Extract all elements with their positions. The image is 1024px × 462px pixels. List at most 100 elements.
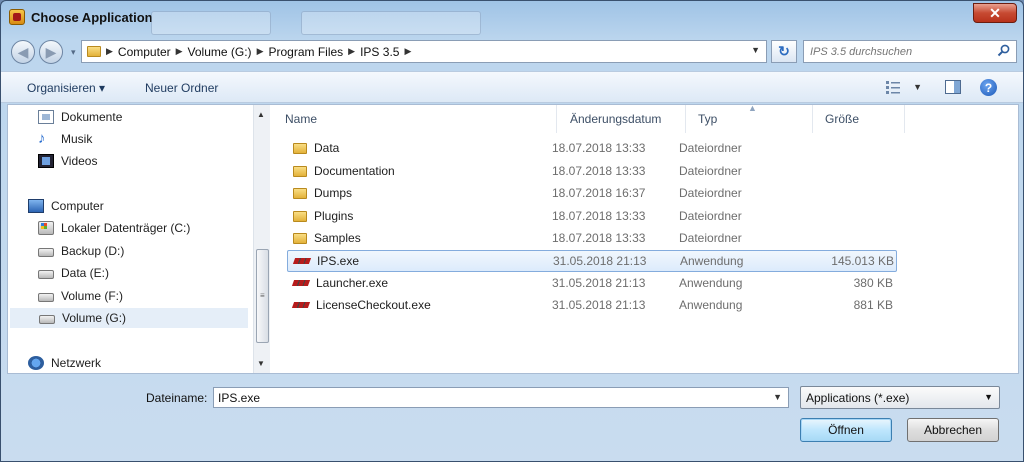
scroll-down-icon[interactable]: ▼ [257,359,265,368]
column-header-name[interactable]: Name [273,105,557,133]
nav-item-drive-c[interactable]: Lokaler Datenträger (C:) [38,218,190,238]
breadcrumb-ips[interactable]: IPS 3.5 [360,45,399,59]
file-date: 31.05.2018 21:13 [552,276,646,290]
organize-menu[interactable]: Organisieren ▾ [27,81,105,95]
close-button[interactable]: ✕ [973,3,1017,23]
file-name-cell: IPS.exe [294,251,359,271]
background-window-ghost [301,11,481,35]
music-icon: ♪ [38,130,46,147]
search-icon[interactable] [997,44,1010,57]
scroll-up-icon[interactable]: ▲ [257,110,265,119]
cancel-button[interactable]: Abbrechen [907,418,999,442]
chevron-right-icon[interactable]: ▶ [348,46,355,57]
back-arrow-icon: ◀ [17,43,29,60]
list-item[interactable]: Data 18.07.2018 13:33 Dateiordner [287,138,897,160]
list-item[interactable]: Documentation 18.07.2018 13:33 Dateiordn… [287,161,897,183]
file-type: Dateiordner [679,231,742,245]
list-item[interactable]: Launcher.exe 31.05.2018 21:13 Anwendung … [287,273,897,295]
nav-item-drive-d[interactable]: Backup (D:) [38,241,124,261]
search-box[interactable] [803,40,1017,63]
background-window-ghost [151,11,271,35]
nav-item-drive-f[interactable]: Volume (F:) [38,286,123,306]
folder-icon [293,165,307,177]
list-item[interactable]: Samples 18.07.2018 13:33 Dateiordner [287,228,897,250]
file-date: 18.07.2018 13:33 [552,209,646,223]
file-name: Documentation [314,164,395,178]
filename-combobox[interactable]: ▼ [213,387,789,408]
nav-item-videos[interactable]: Videos [38,151,97,171]
chevron-right-icon[interactable]: ▶ [176,46,183,57]
computer-icon [28,199,44,213]
back-button[interactable]: ◀ [11,40,35,64]
ips-exe-icon [293,300,309,310]
address-bar[interactable]: ▶ Computer ▶ Volume (G:) ▶ Program Files… [81,40,767,63]
navigation-scrollbar[interactable]: ▲ ≡ ▼ [253,105,270,373]
view-options-icon[interactable] [885,80,901,94]
list-item[interactable]: Plugins 18.07.2018 13:33 Dateiordner [287,206,897,228]
recent-pages-dropdown[interactable]: ▾ [71,47,76,58]
file-name-cell: Plugins [293,206,353,226]
scroll-thumb[interactable]: ≡ [256,249,269,343]
filter-value: Applications (*.exe) [806,390,910,405]
folder-icon [293,142,307,154]
breadcrumb-computer[interactable]: Computer [118,45,171,59]
chevron-right-icon[interactable]: ▶ [106,46,113,57]
file-date: 31.05.2018 21:13 [553,254,647,268]
documents-icon [38,110,54,124]
folder-icon [293,210,307,222]
breadcrumb-volume-g[interactable]: Volume (G:) [188,45,252,59]
file-size: 145.013 KB [831,254,894,268]
chevron-right-icon[interactable]: ▶ [257,46,264,57]
file-size: 380 KB [853,276,893,290]
file-type: Anwendung [680,254,744,268]
title-bar: Choose Application ✕ [1,1,1023,35]
file-date: 18.07.2018 16:37 [552,186,646,200]
grip-icon: ≡ [260,291,265,300]
help-icon[interactable]: ? [980,79,997,96]
column-header-date[interactable]: Änderungsdatum [558,105,686,133]
network-icon [28,356,44,370]
file-type: Anwendung [679,298,743,312]
drive-icon [38,293,54,302]
column-header-size[interactable]: Größe [813,105,905,133]
chevron-right-icon[interactable]: ▶ [404,46,411,57]
new-folder-button[interactable]: Neuer Ordner [145,81,218,95]
refresh-button[interactable]: ↻ [771,40,797,63]
list-item[interactable]: Dumps 18.07.2018 16:37 Dateiordner [287,183,897,205]
file-name-cell: Dumps [293,183,352,203]
file-name-cell: Data [293,138,339,158]
chevron-down-icon: ▼ [984,392,993,402]
chevron-down-icon[interactable]: ▼ [773,392,782,402]
list-item[interactable]: LicenseCheckout.exe 31.05.2018 21:13 Anw… [287,295,897,317]
app-icon [9,9,25,25]
nav-item-computer[interactable]: Computer [28,196,104,216]
file-type-filter[interactable]: Applications (*.exe) ▼ [800,386,1000,409]
file-name: Launcher.exe [316,276,389,290]
file-type: Dateiordner [679,186,742,200]
dialog-footer: Dateiname: ▼ Applications (*.exe) ▼ Öffn… [1,375,1023,462]
nav-item-label: Backup (D:) [61,244,125,258]
nav-item-musik[interactable]: ♪ Musik [38,129,92,149]
nav-item-label: Computer [51,199,104,213]
ips-exe-icon [293,278,309,288]
nav-item-drive-e[interactable]: Data (E:) [38,263,109,283]
address-dropdown-icon[interactable]: ▼ [751,45,760,55]
nav-item-netzwerk[interactable]: Netzwerk [28,353,101,373]
list-item-selected[interactable]: IPS.exe 31.05.2018 21:13 Anwendung 145.0… [287,250,897,272]
nav-item-drive-g[interactable]: Volume (G:) [10,308,248,328]
forward-button[interactable]: ▶ [39,40,63,64]
command-bar: Organisieren ▾ Neuer Ordner ▼ ? [1,71,1023,103]
file-type: Dateiordner [679,209,742,223]
forward-arrow-icon: ▶ [45,43,57,60]
drive-icon [38,248,54,257]
nav-item-label: Netzwerk [51,356,102,370]
search-input[interactable] [804,41,984,62]
nav-item-dokumente[interactable]: Dokumente [38,107,122,127]
view-dropdown-icon[interactable]: ▼ [913,82,922,92]
file-date: 18.07.2018 13:33 [552,231,646,245]
navigation-pane: Dokumente ♪ Musik Videos Computer Lokale… [8,105,253,373]
preview-pane-icon[interactable] [945,80,961,94]
breadcrumb-program-files[interactable]: Program Files [268,45,343,59]
filename-input[interactable] [214,388,754,407]
open-button[interactable]: Öffnen [800,418,892,442]
